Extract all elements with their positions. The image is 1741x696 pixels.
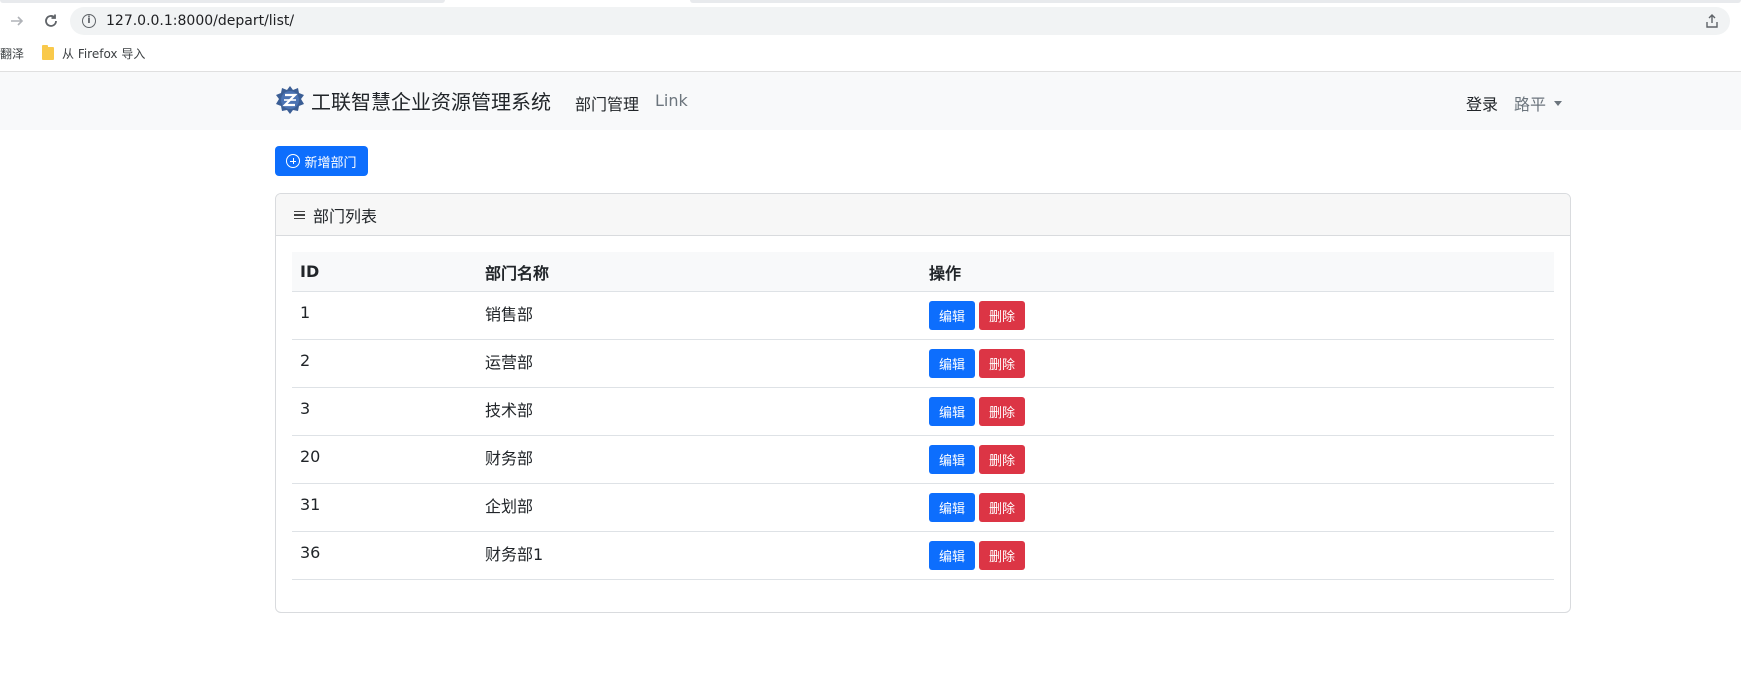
browser-toolbar: i 127.0.0.1:8000/depart/list/ <box>0 4 1741 38</box>
cell-name: 财务部 <box>485 448 534 468</box>
bookmark-item[interactable]: 翻泽 <box>0 45 24 62</box>
cell-id: 1 <box>300 303 311 322</box>
brand-title: 工联智慧企业资源管理系统 <box>311 89 551 114</box>
bookmarks-bar: 翻泽 从 Firefox 导入 <box>0 40 1741 66</box>
edit-button[interactable]: 编辑 <box>929 445 975 474</box>
cell-id: 31 <box>300 495 321 514</box>
card-header: 部门列表 <box>276 194 1570 236</box>
table-row: 31 企划部 编辑 删除 <box>292 484 1554 532</box>
table-row: 3 技术部 编辑 删除 <box>292 388 1554 436</box>
brand-logo-icon <box>276 86 304 114</box>
nav-link-link[interactable]: Link <box>655 91 688 110</box>
cell-id: 36 <box>300 543 321 562</box>
cell-name: 技术部 <box>485 400 534 420</box>
add-department-label: 新增部门 <box>304 155 357 171</box>
edit-button[interactable]: 编辑 <box>929 397 975 426</box>
delete-button[interactable]: 删除 <box>979 445 1025 474</box>
table-row: 2 运营部 编辑 删除 <box>292 340 1554 388</box>
folder-icon <box>42 45 54 60</box>
edit-button[interactable]: 编辑 <box>929 301 975 330</box>
cell-actions: 编辑 删除 <box>929 445 1554 474</box>
delete-button[interactable]: 删除 <box>979 349 1025 378</box>
header-id: ID <box>300 262 320 281</box>
login-link[interactable]: 登录 <box>1466 91 1498 115</box>
delete-button[interactable]: 删除 <box>979 541 1025 570</box>
cell-actions: 编辑 删除 <box>929 301 1554 330</box>
table-row: 20 财务部 编辑 删除 <box>292 436 1554 484</box>
cell-actions: 编辑 删除 <box>929 397 1554 426</box>
cell-name: 财务部1 <box>485 544 544 564</box>
cell-actions: 编辑 删除 <box>929 493 1554 522</box>
user-dropdown[interactable]: 路平 <box>1514 91 1563 115</box>
bookmark-folder[interactable]: 从 Firefox 导入 <box>42 45 145 62</box>
user-name: 路平 <box>1514 95 1547 114</box>
edit-button[interactable]: 编辑 <box>929 541 975 570</box>
caret-down-icon <box>1554 100 1563 106</box>
site-info-icon[interactable]: i <box>82 14 96 28</box>
browser-tab[interactable] <box>0 0 445 3</box>
cell-name: 企划部 <box>485 496 534 516</box>
header-name: 部门名称 <box>485 263 550 283</box>
plus-circle-icon <box>286 154 301 168</box>
table-row: 1 销售部 编辑 删除 <box>292 292 1554 340</box>
url-text[interactable]: 127.0.0.1:8000/depart/list/ <box>106 13 294 29</box>
header-actions: 操作 <box>929 263 962 283</box>
forward-icon[interactable] <box>2 6 32 36</box>
card-title: 部门列表 <box>313 206 378 226</box>
department-table: ID 部门名称 操作 1 销售部 编辑 删除 2 运营部 编辑 删除 3 技术部… <box>292 252 1554 580</box>
cell-id: 3 <box>300 399 311 418</box>
delete-button[interactable]: 删除 <box>979 301 1025 330</box>
cell-name: 运营部 <box>485 352 534 372</box>
cell-id: 20 <box>300 447 321 466</box>
table-header: ID 部门名称 操作 <box>292 252 1554 292</box>
share-icon[interactable] <box>1704 13 1720 29</box>
department-list-card: 部门列表 ID 部门名称 操作 1 销售部 编辑 删除 2 运营部 编辑 删除 … <box>275 193 1571 613</box>
add-department-button[interactable]: 新增部门 <box>275 146 368 176</box>
site-navbar: 工联智慧企业资源管理系统 部门管理 Link 登录 路平 <box>0 72 1741 130</box>
cell-id: 2 <box>300 351 311 370</box>
brand[interactable]: 工联智慧企业资源管理系统 <box>275 85 551 115</box>
browser-tab[interactable] <box>690 0 1741 3</box>
edit-button[interactable]: 编辑 <box>929 349 975 378</box>
cell-actions: 编辑 删除 <box>929 349 1554 378</box>
delete-button[interactable]: 删除 <box>979 493 1025 522</box>
list-icon <box>294 210 305 220</box>
cell-name: 销售部 <box>485 304 534 324</box>
cell-actions: 编辑 删除 <box>929 541 1554 570</box>
table-row: 36 财务部1 编辑 删除 <box>292 532 1554 580</box>
bookmark-folder-label: 从 Firefox 导入 <box>62 47 146 61</box>
delete-button[interactable]: 删除 <box>979 397 1025 426</box>
reload-icon[interactable] <box>36 6 66 36</box>
nav-link-departments[interactable]: 部门管理 <box>575 91 639 115</box>
edit-button[interactable]: 编辑 <box>929 493 975 522</box>
address-bar[interactable]: i 127.0.0.1:8000/depart/list/ <box>70 7 1730 35</box>
